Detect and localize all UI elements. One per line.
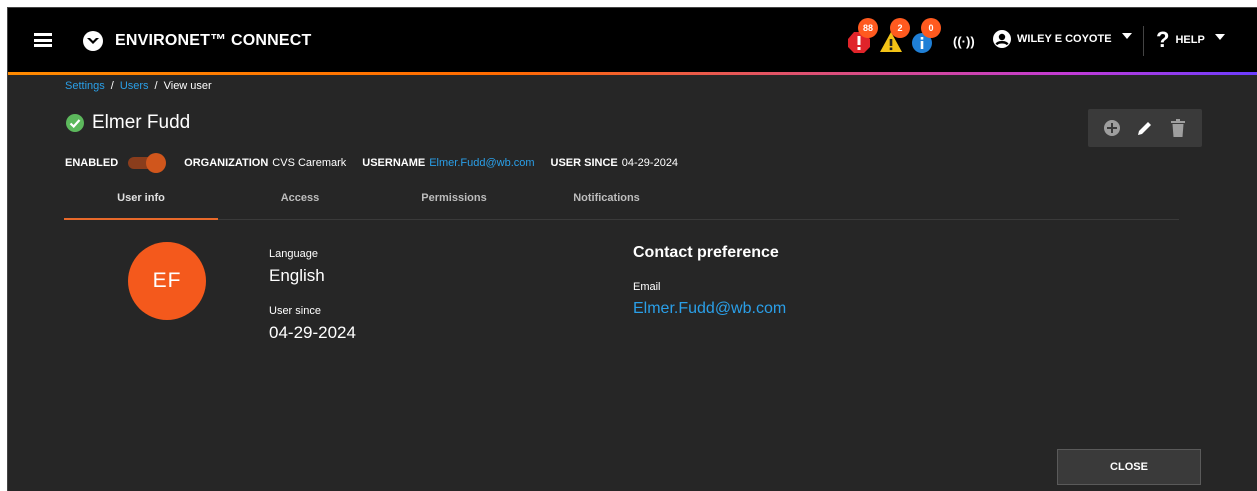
- username-link[interactable]: Elmer.Fudd@wb.com: [429, 157, 534, 169]
- avatar: EF: [128, 242, 206, 320]
- top-bar: ENVIRONET™ CONNECT 88 2 0 ((·)) WILEY E …: [8, 8, 1257, 72]
- user-since-label: USER SINCE: [550, 157, 618, 169]
- menu-icon[interactable]: [34, 33, 52, 47]
- trash-icon: [1170, 119, 1185, 137]
- edit-button[interactable]: [1135, 118, 1155, 138]
- warning-alert-button[interactable]: 2: [880, 18, 910, 54]
- username-label: USERNAME: [362, 157, 426, 169]
- chevron-down-icon: [1214, 34, 1225, 40]
- help-label: HELP: [1175, 34, 1205, 46]
- divider: [1143, 26, 1144, 56]
- delete-button[interactable]: [1168, 118, 1188, 138]
- breadcrumb-users[interactable]: Users: [120, 80, 149, 92]
- user-since-info-label: User since: [269, 305, 321, 317]
- warning-count-badge: 2: [890, 18, 910, 38]
- critical-count-badge: 88: [858, 18, 878, 38]
- tab-bar: User info Access Permissions Notificatio…: [64, 188, 1179, 220]
- chevron-down-icon: [1121, 33, 1132, 39]
- organization-value: CVS Caremark: [272, 157, 347, 169]
- add-button[interactable]: [1102, 118, 1122, 138]
- page-title: Elmer Fudd: [92, 112, 191, 133]
- user-menu[interactable]: WILEY E COYOTE: [993, 30, 1132, 48]
- breadcrumb-separator: /: [110, 80, 114, 92]
- user-meta-row: ENABLED ORGANIZATION CVS Caremark USERNA…: [65, 153, 679, 173]
- breadcrumb-separator: /: [154, 80, 158, 92]
- help-menu[interactable]: ? HELP: [1156, 27, 1225, 52]
- language-label: Language: [269, 248, 318, 260]
- contact-preference-title: Contact preference: [633, 244, 779, 261]
- breadcrumb-current: View user: [163, 80, 212, 92]
- accent-line: [8, 72, 1257, 75]
- user-circle-icon: [993, 30, 1011, 48]
- email-link[interactable]: Elmer.Fudd@wb.com: [633, 300, 786, 318]
- info-alert-button[interactable]: 0: [911, 18, 941, 54]
- signal-icon[interactable]: ((·)): [953, 34, 975, 49]
- critical-alert-button[interactable]: 88: [848, 18, 878, 54]
- info-count-badge: 0: [921, 18, 941, 38]
- page-header: Elmer Fudd: [66, 112, 190, 134]
- app-title[interactable]: ENVIRONET™ CONNECT: [115, 32, 312, 50]
- user-since-value: 04-29-2024: [621, 157, 679, 169]
- user-since-info-value: 04-29-2024: [269, 323, 356, 342]
- email-label: Email: [633, 281, 661, 293]
- tab-notifications[interactable]: Notifications: [544, 188, 669, 220]
- tab-user-info[interactable]: User info: [64, 188, 218, 220]
- breadcrumb-settings[interactable]: Settings: [65, 80, 105, 92]
- close-button[interactable]: CLOSE: [1057, 449, 1201, 485]
- plus-circle-icon: [1104, 120, 1121, 136]
- tab-permissions[interactable]: Permissions: [384, 188, 524, 220]
- enabled-label: ENABLED: [65, 157, 119, 169]
- language-value: English: [269, 266, 325, 285]
- check-circle-icon: [66, 114, 84, 132]
- organization-label: ORGANIZATION: [184, 157, 269, 169]
- tab-access[interactable]: Access: [240, 188, 360, 220]
- breadcrumb: Settings / Users / View user: [65, 80, 212, 92]
- logo-icon[interactable]: [82, 30, 104, 52]
- help-icon: ?: [1156, 27, 1170, 52]
- action-toolbar: [1088, 109, 1202, 147]
- enabled-toggle[interactable]: [128, 153, 167, 173]
- app-window: ENVIRONET™ CONNECT 88 2 0 ((·)) WILEY E …: [7, 7, 1257, 491]
- user-name: WILEY E COYOTE: [1017, 33, 1112, 45]
- pencil-icon: [1137, 122, 1151, 135]
